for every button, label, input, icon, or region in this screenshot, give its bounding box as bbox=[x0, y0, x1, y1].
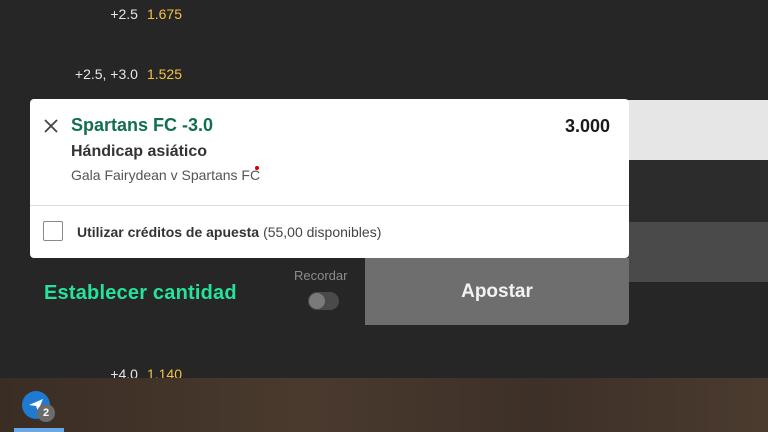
place-bet-button[interactable]: Apostar bbox=[365, 258, 629, 325]
credits-available: (55,00 disponibles) bbox=[263, 224, 382, 240]
betslip-card: Spartans FC -3.0 3.000 Hándicap asiático… bbox=[30, 99, 629, 258]
set-stake-link[interactable]: Establecer cantidad bbox=[44, 282, 237, 305]
selection-odds: 3.000 bbox=[564, 116, 610, 136]
handicap-odds: 1.525 bbox=[146, 66, 182, 82]
market-name: Hándicap asiático bbox=[71, 143, 208, 160]
event-name: Gala Fairydean v Spartans FC bbox=[71, 167, 261, 183]
background-panel bbox=[628, 100, 768, 160]
handicap-line: +2.5, +3.0 bbox=[74, 66, 138, 82]
bottom-bar bbox=[0, 378, 768, 432]
handicap-odds: 1.675 bbox=[146, 6, 182, 22]
use-credits-checkbox[interactable] bbox=[43, 221, 63, 241]
bet-count-badge: 2 bbox=[37, 404, 55, 422]
toggle-knob bbox=[309, 293, 325, 309]
handicap-row-2[interactable]: +2.5, +3.0 1.525 bbox=[75, 66, 182, 82]
handicap-line: +2.5 bbox=[110, 6, 138, 22]
remember-toggle[interactable] bbox=[308, 292, 339, 310]
selection-title: Spartans FC -3.0 bbox=[71, 115, 214, 135]
close-icon[interactable] bbox=[42, 117, 60, 135]
divider bbox=[30, 205, 629, 206]
active-indicator bbox=[14, 428, 64, 432]
handicap-row-1[interactable]: +2.5 1.675 bbox=[110, 6, 182, 22]
background-panel bbox=[628, 160, 768, 222]
remember-label: Recordar bbox=[294, 268, 348, 283]
background-panel bbox=[628, 222, 768, 282]
cursor-dot bbox=[255, 166, 259, 170]
use-credits-label[interactable]: Utilizar créditos de apuesta (55,00 dispo… bbox=[77, 224, 381, 240]
credits-text: Utilizar créditos de apuesta bbox=[77, 224, 260, 240]
